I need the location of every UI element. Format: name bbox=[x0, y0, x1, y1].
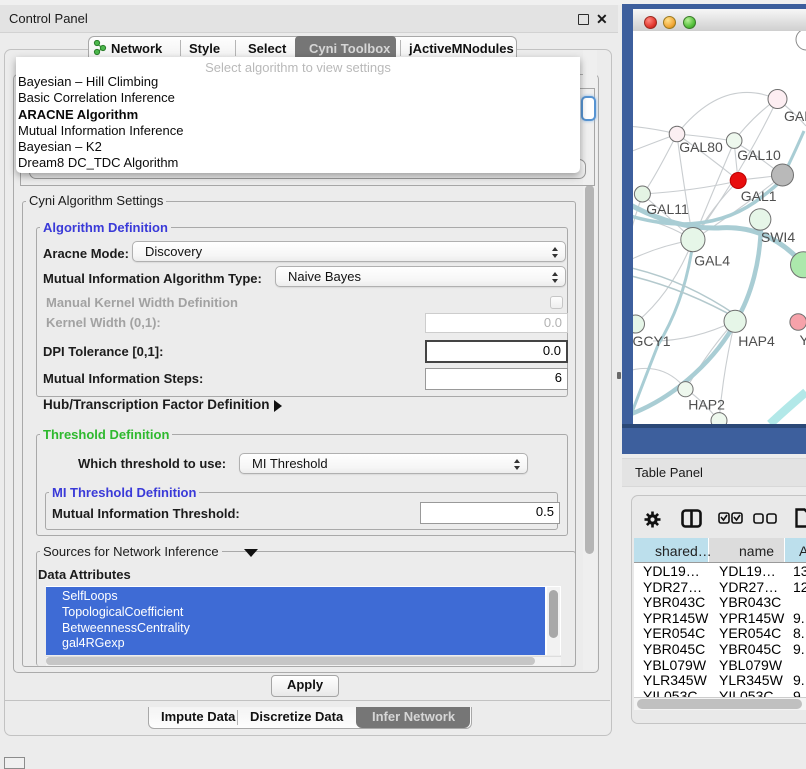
svg-text:HAP2: HAP2 bbox=[688, 397, 725, 413]
svg-text:GAL10: GAL10 bbox=[737, 147, 781, 163]
svg-text:GAL: GAL bbox=[784, 108, 806, 124]
svg-text:GAL4: GAL4 bbox=[694, 253, 730, 269]
svg-text:GAL11: GAL11 bbox=[646, 201, 689, 217]
svg-text:HAP4: HAP4 bbox=[738, 333, 775, 349]
svg-text:Y: Y bbox=[800, 332, 806, 348]
svg-text:SWI4: SWI4 bbox=[761, 229, 795, 245]
svg-text:GCY1: GCY1 bbox=[633, 333, 671, 349]
svg-text:GAL80: GAL80 bbox=[679, 139, 723, 155]
svg-text:GAL1: GAL1 bbox=[741, 188, 777, 204]
